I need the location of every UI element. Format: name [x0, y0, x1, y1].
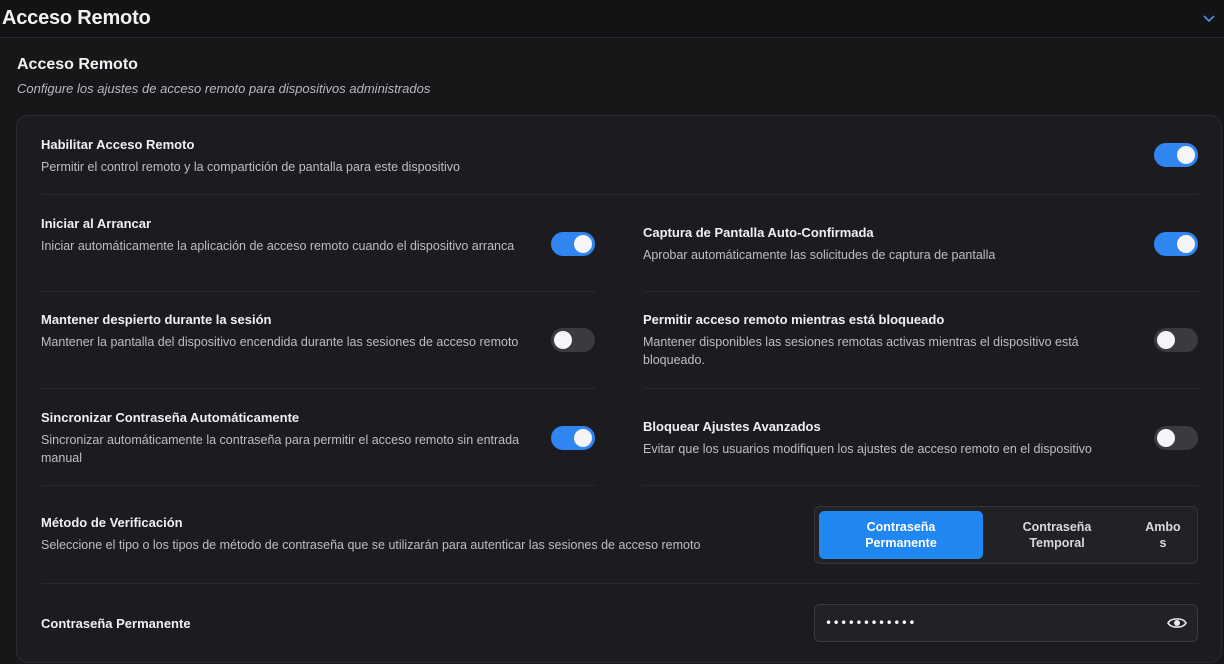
permanent-password-input[interactable] — [825, 616, 1167, 630]
setting-allow-while-locked: Permitir acceso remoto mientras está blo… — [643, 312, 1133, 369]
setting-start-on-boot: Iniciar al Arrancar Iniciar automáticame… — [41, 216, 531, 255]
option-both[interactable]: Ambo s — [1131, 511, 1195, 559]
divider — [643, 291, 1199, 292]
eye-icon[interactable] — [1167, 613, 1187, 633]
keep-awake-toggle[interactable] — [551, 328, 595, 352]
option-permanent-password[interactable]: Contraseña Permanente — [819, 511, 983, 559]
setting-title: Método de Verificación — [41, 515, 183, 530]
divider — [41, 194, 1199, 195]
setting-auto-capture: Captura de Pantalla Auto-Confirmada Apro… — [643, 225, 1133, 264]
divider — [41, 583, 1199, 584]
divider — [643, 485, 1199, 486]
setting-description: Mantener disponibles las sesiones remota… — [643, 335, 1079, 367]
settings-card: Habilitar Acceso Remoto Permitir el cont… — [16, 115, 1222, 663]
divider — [41, 291, 596, 292]
option-temporary-password[interactable]: Contraseña Temporal — [983, 511, 1131, 559]
verification-method-segmented-control: Contraseña Permanente Contraseña Temporal … — [814, 506, 1198, 564]
start-on-boot-toggle[interactable] — [551, 232, 595, 256]
setting-description: Mantener la pantalla del dispositivo enc… — [41, 335, 519, 349]
section-title: Acceso Remoto — [17, 56, 138, 73]
option-label: Permanente — [865, 536, 937, 550]
section-subtitle: Configure los ajustes de acceso remoto p… — [17, 81, 431, 96]
setting-permanent-password: Contraseña Permanente — [41, 616, 541, 637]
option-label: Contraseña — [866, 520, 936, 534]
chevron-down-icon[interactable] — [1200, 10, 1218, 28]
sync-password-toggle[interactable] — [551, 426, 595, 450]
setting-title: Captura de Pantalla Auto-Confirmada — [643, 225, 874, 240]
divider — [643, 388, 1199, 389]
lock-advanced-toggle[interactable] — [1154, 426, 1198, 450]
setting-description: Permitir el control remoto y la comparti… — [41, 160, 460, 174]
header-title: Acceso Remoto — [2, 7, 151, 29]
setting-title: Contraseña Permanente — [41, 616, 191, 631]
setting-description: Aprobar automáticamente las solicitudes … — [643, 248, 996, 262]
setting-sync-password: Sincronizar Contraseña Automáticamente S… — [41, 410, 531, 467]
auto-capture-toggle[interactable] — [1154, 232, 1198, 256]
option-label: Ambo — [1145, 520, 1181, 534]
setting-keep-awake: Mantener despierto durante la sesión Man… — [41, 312, 531, 351]
divider — [41, 388, 596, 389]
permanent-password-field[interactable] — [814, 604, 1198, 642]
setting-title: Bloquear Ajustes Avanzados — [643, 419, 821, 434]
allow-while-locked-toggle[interactable] — [1154, 328, 1198, 352]
enable-remote-access-toggle[interactable] — [1154, 143, 1198, 167]
setting-description: Iniciar automáticamente la aplicación de… — [41, 239, 515, 253]
option-label: Temporal — [1029, 536, 1085, 550]
setting-title: Habilitar Acceso Remoto — [41, 137, 195, 152]
option-label: Contraseña — [1022, 520, 1092, 534]
setting-title: Mantener despierto durante la sesión — [41, 312, 272, 327]
setting-description: Seleccione el tipo o los tipos de método… — [41, 538, 701, 552]
setting-description: Sincronizar automáticamente la contraseñ… — [41, 433, 520, 465]
option-label: s — [1159, 536, 1167, 550]
setting-description: Evitar que los usuarios modifiquen los a… — [643, 442, 1092, 456]
setting-enable-remote-access: Habilitar Acceso Remoto Permitir el cont… — [41, 137, 741, 176]
setting-title: Permitir acceso remoto mientras está blo… — [643, 312, 945, 327]
setting-title: Iniciar al Arrancar — [41, 216, 152, 231]
section-header[interactable]: Acceso Remoto — [0, 0, 1224, 38]
setting-lock-advanced: Bloquear Ajustes Avanzados Evitar que lo… — [643, 419, 1133, 458]
divider — [41, 485, 596, 486]
setting-title: Sincronizar Contraseña Automáticamente — [41, 410, 300, 425]
setting-verification-method: Método de Verificación Seleccione el tip… — [41, 515, 801, 554]
